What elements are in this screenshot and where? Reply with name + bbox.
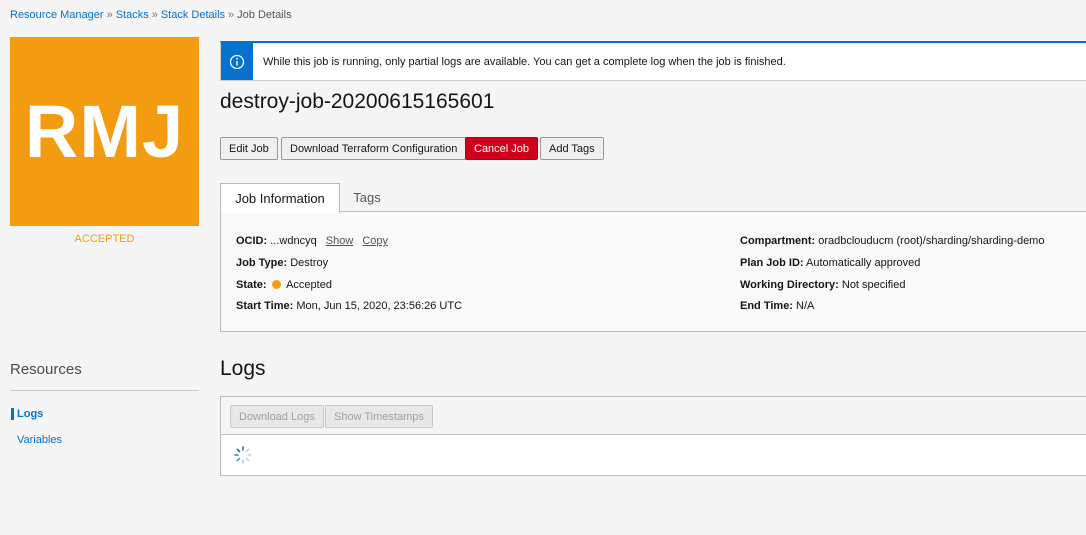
- ocid-copy-link[interactable]: Copy: [362, 235, 388, 247]
- logs-title: Logs: [220, 357, 266, 380]
- job-badge: RMJ: [10, 37, 199, 226]
- show-timestamps-button[interactable]: Show Timestamps: [325, 405, 433, 428]
- breadcrumb-separator: »: [228, 9, 235, 21]
- info-icon: [221, 43, 253, 80]
- job-type-row: Job Type: Destroy: [236, 257, 328, 269]
- plan-job-label: Plan Job ID:: [740, 257, 804, 269]
- state-indicator-icon: [271, 280, 281, 289]
- resources-divider: [10, 390, 199, 391]
- cancel-job-button[interactable]: Cancel Job: [465, 137, 539, 160]
- banner-text: While this job is running, only partial …: [263, 55, 786, 68]
- working-directory-row: Working Directory: Not specified: [740, 279, 905, 291]
- plan-job-row: Plan Job ID: Automatically approved: [740, 257, 920, 269]
- info-banner: While this job is running, only partial …: [220, 41, 1086, 81]
- breadcrumb: Resource Manager» Stacks» Stack Details» Jo…: [10, 9, 292, 21]
- start-time-label: Start Time:: [236, 300, 294, 312]
- start-time-value: Mon, Jun 15, 2020, 23:56:26 UTC: [296, 300, 463, 312]
- ocid-show-link[interactable]: Show: [326, 235, 354, 247]
- compartment-label: Compartment:: [740, 235, 816, 247]
- job-type-value: Destroy: [290, 257, 329, 269]
- logs-panel: Download Logs Show Timestamps: [220, 396, 1086, 476]
- page-title: destroy-job-20200615165601: [220, 90, 495, 113]
- end-time-value: N/A: [796, 300, 815, 312]
- add-tags-button[interactable]: Add Tags: [540, 137, 604, 160]
- loading-spinner-icon: [234, 446, 252, 464]
- tab-job-information[interactable]: Job Information: [220, 183, 340, 213]
- compartment-row: Compartment: oradbclouducm (root)/shardi…: [740, 235, 1044, 247]
- resources-item-logs[interactable]: Logs: [11, 408, 43, 420]
- plan-job-value: Automatically approved: [806, 257, 921, 269]
- state-value: Accepted: [286, 279, 332, 291]
- download-logs-button[interactable]: Download Logs: [230, 405, 324, 428]
- job-type-label: Job Type:: [236, 257, 288, 269]
- logs-toolbar: Download Logs Show Timestamps: [221, 397, 1086, 435]
- breadcrumb-resource-manager[interactable]: Resource Manager: [10, 9, 104, 21]
- state-row: State: Accepted: [236, 279, 332, 291]
- resources-item-variables[interactable]: Variables: [11, 434, 62, 446]
- badge-status: ACCEPTED: [74, 233, 135, 245]
- tab-tags[interactable]: Tags: [340, 183, 394, 212]
- start-time-row: Start Time: Mon, Jun 15, 2020, 23:56:26 …: [236, 300, 462, 312]
- resources-title: Resources: [10, 361, 82, 378]
- breadcrumb-stack-details[interactable]: Stack Details: [161, 9, 225, 21]
- ocid-label: OCID:: [236, 235, 268, 247]
- compartment-value: oradbclouducm (root)/sharding/sharding-d…: [818, 235, 1045, 247]
- end-time-row: End Time: N/A: [740, 300, 814, 312]
- edit-job-button[interactable]: Edit Job: [220, 137, 278, 160]
- breadcrumb-separator: »: [106, 9, 113, 21]
- job-information-panel: OCID: ...wdncyq Show Copy Job Type: Dest…: [220, 211, 1086, 332]
- badge-initials: RMJ: [24, 90, 185, 173]
- breadcrumb-stacks[interactable]: Stacks: [116, 9, 149, 21]
- ocid-value: ...wdncyq: [270, 235, 317, 247]
- working-directory-value: Not specified: [841, 279, 906, 291]
- end-time-label: End Time:: [740, 300, 793, 312]
- state-label: State:: [236, 279, 267, 291]
- download-terraform-config-button[interactable]: Download Terraform Configuration: [281, 137, 467, 160]
- breadcrumb-current: Job Details: [237, 9, 292, 21]
- breadcrumb-separator: »: [151, 9, 158, 21]
- ocid-row: OCID: ...wdncyq Show Copy: [236, 235, 388, 247]
- working-directory-label: Working Directory:: [740, 279, 839, 291]
